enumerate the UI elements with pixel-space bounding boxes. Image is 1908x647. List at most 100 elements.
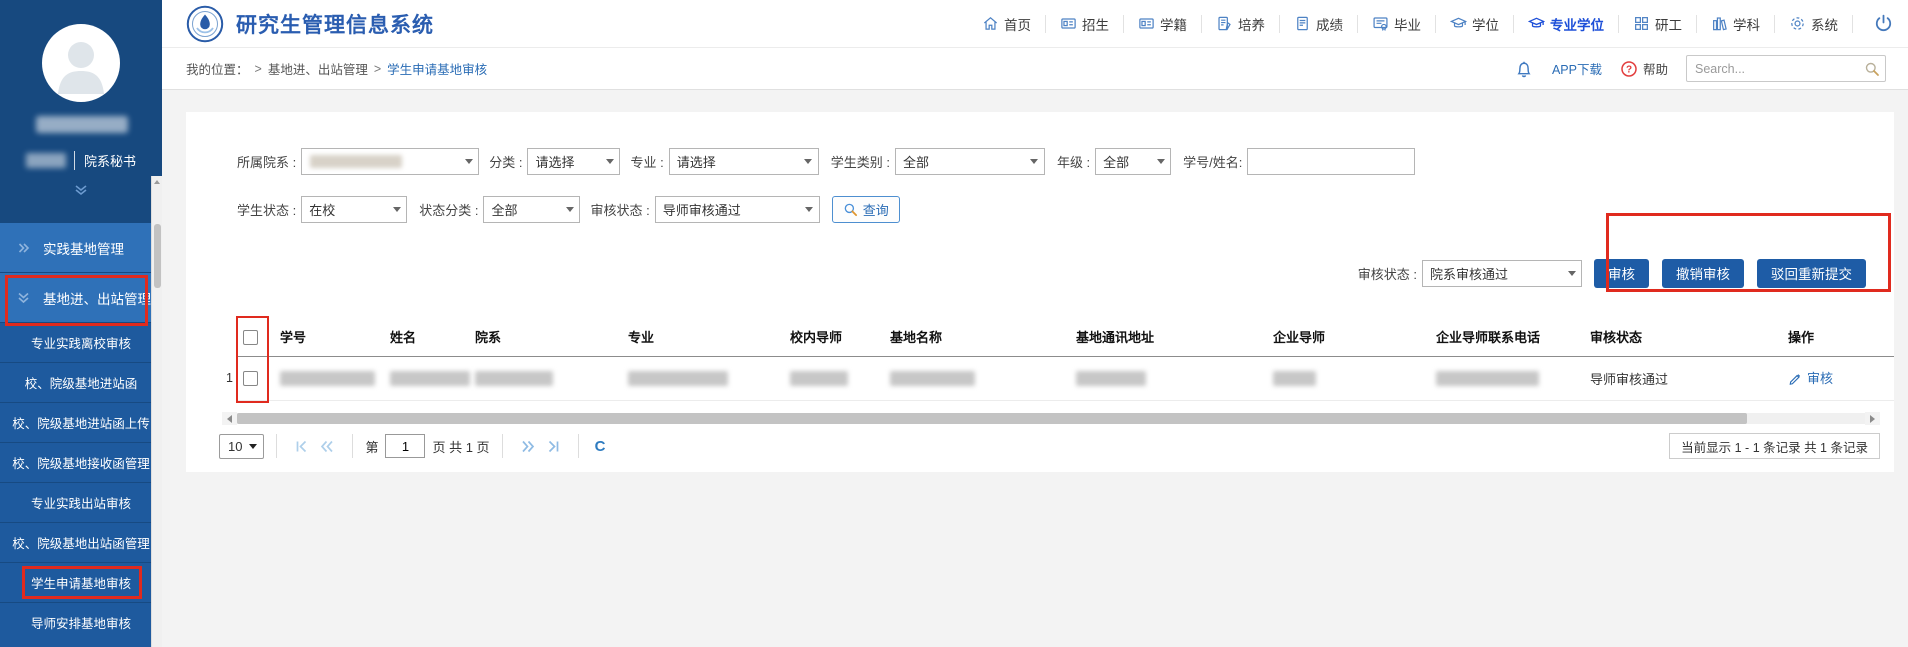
nav-student-status[interactable]: 学籍	[1138, 14, 1187, 34]
sidebar-item-leave-school-review[interactable]: 专业实践离校审核	[0, 322, 162, 362]
app-logo[interactable]: 研究生管理信息系统	[186, 5, 434, 43]
notification-bell-button[interactable]	[1514, 59, 1534, 79]
nav-divider	[1513, 15, 1514, 33]
sidebar-item-entry-letter[interactable]: 校、院级基地进站函	[0, 362, 162, 402]
search-icon[interactable]	[1864, 61, 1880, 77]
sidebar-item-exit-review[interactable]: 专业实践出站审核	[0, 482, 162, 522]
nav-graduation[interactable]: 毕业	[1372, 14, 1421, 34]
grade-select[interactable]: 全部	[1095, 148, 1171, 175]
app-download-link[interactable]: APP下载	[1552, 59, 1602, 78]
chevron-down-icon	[249, 444, 257, 449]
score-doc-icon	[1294, 15, 1311, 32]
query-button[interactable]: 查询	[832, 196, 900, 223]
gear-icon	[1789, 15, 1806, 32]
profile-panel: 院系秘书	[0, 0, 162, 222]
search-input[interactable]	[1687, 62, 1864, 76]
review-button[interactable]: 审核	[1594, 259, 1649, 288]
chevron-down-icon	[560, 197, 579, 222]
magnifier-icon	[843, 202, 858, 217]
nav-divider	[1774, 15, 1775, 33]
status-category-label: 状态分类 :	[419, 200, 478, 219]
row-review-action[interactable]: 审核	[1788, 368, 1833, 387]
col-header-enterprise-supervisor: 企业导师	[1273, 318, 1436, 356]
next-page-button[interactable]	[521, 440, 535, 453]
grid-icon	[1633, 15, 1650, 32]
nav-graduate-affairs[interactable]: 研工	[1633, 14, 1682, 34]
redacted-cell	[280, 371, 375, 386]
status-category-select[interactable]: 全部	[483, 196, 580, 223]
pager-divider	[276, 434, 277, 458]
department-label: 所属院系 :	[237, 152, 296, 171]
last-page-button[interactable]	[547, 440, 560, 453]
help-link[interactable]: ? 帮助	[1620, 59, 1668, 78]
nav-admissions[interactable]: 招生	[1060, 14, 1109, 34]
avatar[interactable]	[42, 24, 120, 102]
sidebar-item-entry-letter-upload[interactable]: 校、院级基地进站函上传	[0, 402, 162, 442]
refresh-button[interactable]: C	[595, 438, 606, 455]
page-size-select[interactable]: 10	[219, 434, 264, 459]
page-number-input[interactable]	[385, 434, 425, 458]
scroll-right-arrow[interactable]	[1865, 412, 1880, 425]
scrollbar-up-arrow[interactable]	[152, 176, 162, 188]
horizontal-scrollbar-track[interactable]	[237, 413, 1865, 424]
nav-cultivation[interactable]: 培养	[1216, 14, 1265, 34]
user-id-redacted	[26, 153, 66, 168]
major-label: 专业 :	[630, 152, 663, 171]
sidebar-scrollbar-thumb[interactable]	[154, 224, 161, 288]
prev-page-button[interactable]	[320, 440, 334, 453]
department-select[interactable]	[301, 148, 479, 175]
horizontal-scrollbar-thumb[interactable]	[237, 413, 1747, 424]
review-status-select[interactable]: 导师审核通过	[655, 196, 820, 223]
col-header-enterprise-phone: 企业导师联系电话	[1436, 318, 1590, 356]
reject-resubmit-button[interactable]: 驳回重新提交	[1757, 259, 1866, 288]
category-label: 分类 :	[489, 152, 522, 171]
nav-divider	[1279, 15, 1280, 33]
nav-professional-degree[interactable]: 专业学位	[1528, 14, 1604, 34]
select-all-checkbox[interactable]	[243, 330, 258, 345]
breadcrumb-prefix: 我的位置：	[186, 59, 249, 78]
sidebar-item-acceptance-letter[interactable]: 校、院级基地接收函管理	[0, 442, 162, 482]
results-table: 学号 姓名 院系 专业 校内导师 基地名称 基地通讯地址 企业导师 企业导师联系…	[237, 318, 1894, 401]
sidebar-group-practice-base[interactable]: 实践基地管理	[0, 222, 162, 272]
redacted-cell	[1436, 371, 1539, 386]
category-select[interactable]: 请选择	[527, 148, 620, 175]
logout-power-button[interactable]	[1873, 13, 1894, 34]
revoke-review-button[interactable]: 撤销审核	[1662, 259, 1744, 288]
row-review-status: 导师审核通过	[1590, 356, 1788, 400]
student-status-select[interactable]: 在校	[301, 196, 407, 223]
chevron-down-icon	[600, 149, 619, 174]
breadcrumb-section[interactable]: 基地进、出站管理	[268, 59, 368, 78]
major-select[interactable]: 请选择	[669, 148, 819, 175]
sidebar-scrollbar[interactable]	[151, 176, 162, 647]
row-checkbox[interactable]	[243, 371, 258, 386]
student-type-select[interactable]: 全部	[895, 148, 1045, 175]
chevron-down-icon	[1025, 149, 1044, 174]
home-icon	[982, 15, 999, 32]
nav-discipline[interactable]: 学科	[1711, 14, 1760, 34]
pagination-bar: 10 第 页 共 1 页 C 当前显示 1 - 1 条记录 共 1 条记录	[219, 431, 1880, 461]
app-title: 研究生管理信息系统	[236, 9, 434, 39]
sidebar-item-student-apply-review[interactable]: 学生申请基地审核	[0, 562, 162, 602]
chevron-down-icon	[800, 197, 819, 222]
sidebar-item-exit-letter[interactable]: 校、院级基地出站函管理	[0, 522, 162, 562]
nav-grades[interactable]: 成绩	[1294, 14, 1343, 34]
sidebar-group-base-in-out[interactable]: 基地进、出站管理	[0, 272, 162, 322]
first-page-button[interactable]	[295, 440, 308, 453]
nav-degree[interactable]: 学位	[1450, 14, 1499, 34]
table-row: 1 导师审核通过 审核	[237, 356, 1894, 400]
profile-collapse-chevron-icon[interactable]	[73, 184, 89, 196]
top-nav: 首页 招生 学籍 培养 成绩 毕业 学位	[982, 13, 1894, 34]
person-silhouette-icon	[42, 24, 120, 102]
nav-system[interactable]: 系统	[1789, 14, 1838, 34]
bulk-action-row: 审核状态 : 院系审核通过 审核 撤销审核 驳回重新提交	[1358, 258, 1866, 288]
id-name-input[interactable]	[1247, 148, 1415, 175]
sidebar-item-supervisor-arrange-review[interactable]: 导师安排基地审核	[0, 602, 162, 642]
nav-divider	[1618, 15, 1619, 33]
nav-home[interactable]: 首页	[982, 14, 1031, 34]
bulk-status-select[interactable]: 院系审核通过	[1422, 260, 1582, 287]
scroll-left-arrow[interactable]	[222, 412, 237, 425]
department-value-redacted	[310, 155, 402, 168]
breadcrumb-current[interactable]: 学生申请基地审核	[387, 59, 487, 78]
nav-divider	[1357, 15, 1358, 33]
breadcrumb-bar: 我的位置： > 基地进、出站管理 > 学生申请基地审核 APP下载 ? 帮助	[162, 48, 1908, 90]
